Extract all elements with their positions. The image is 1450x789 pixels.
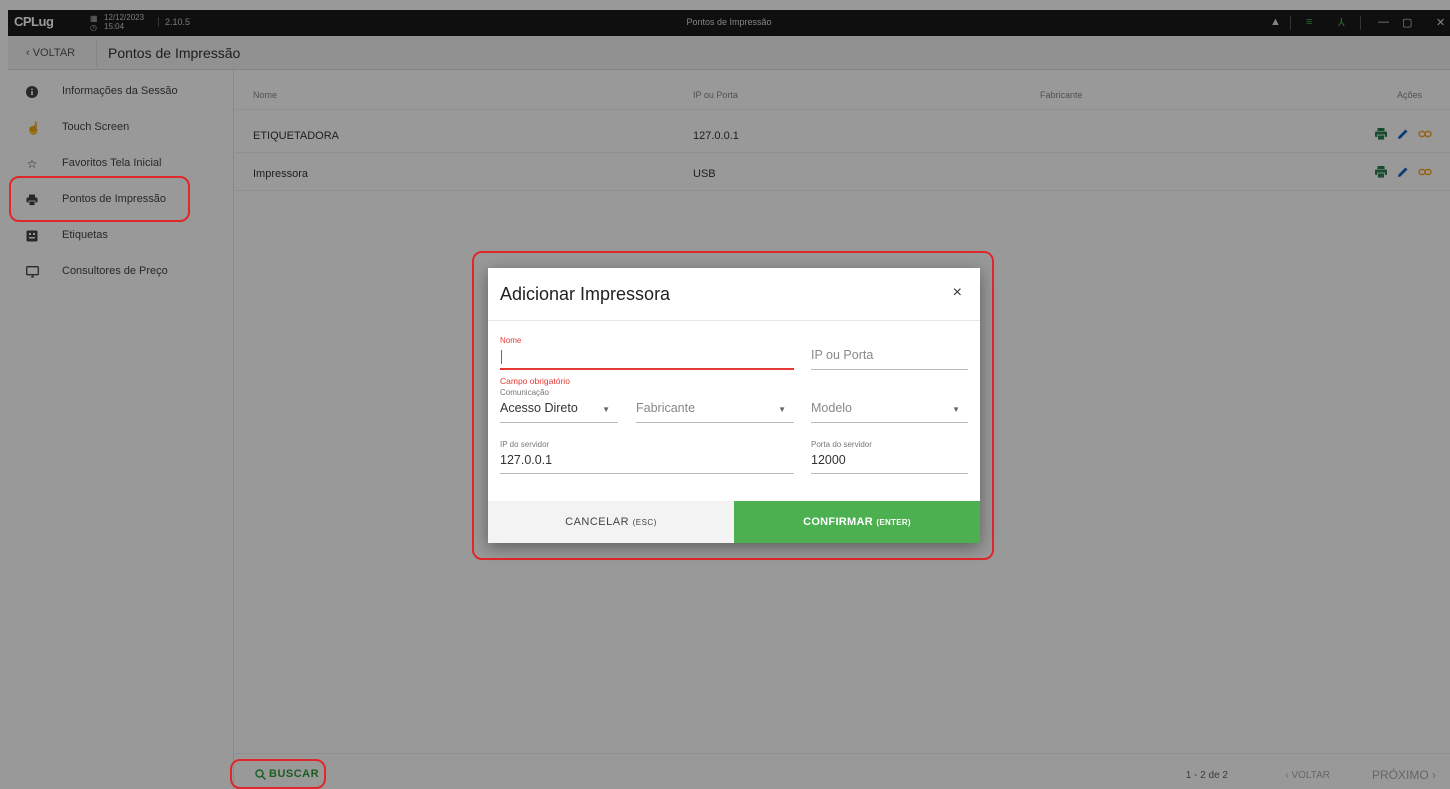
add-printer-dialog: Adicionar Impressora × Nome Campo obriga… (488, 268, 980, 543)
ip-servidor-field[interactable]: IP do servidor 127.0.0.1 (500, 440, 794, 474)
confirm-button[interactable]: CONFIRMAR (ENTER) (734, 501, 980, 543)
modelo-placeholder: Modelo (811, 401, 852, 415)
ip-porta-placeholder: IP ou Porta (811, 348, 874, 362)
comunicacao-label: Comunicação (500, 388, 549, 397)
highlight-buscar (230, 759, 326, 789)
cancel-label: CANCELAR (565, 516, 630, 528)
cancel-hint: (ESC) (632, 518, 657, 527)
highlight-sidebar (9, 176, 190, 222)
ip-servidor-label: IP do servidor (500, 440, 550, 449)
chevron-down-icon: ▼ (952, 405, 960, 414)
ip-servidor-value: 127.0.0.1 (500, 453, 553, 467)
fabricante-select[interactable]: Fabricante ▼ (636, 398, 794, 423)
close-icon[interactable]: × (953, 284, 962, 302)
nome-field[interactable]: Nome (500, 336, 794, 370)
text-cursor (501, 350, 502, 364)
nome-error-text: Campo obrigatório (500, 376, 570, 386)
chevron-down-icon: ▼ (778, 405, 786, 414)
chevron-down-icon: ▼ (602, 405, 610, 414)
ip-porta-field[interactable]: IP ou Porta (811, 346, 968, 370)
confirm-label: CONFIRMAR (803, 516, 873, 528)
comunicacao-select[interactable]: Comunicação Acesso Direto ▼ (500, 388, 618, 423)
porta-servidor-label: Porta do servidor (811, 440, 872, 449)
nome-label: Nome (500, 336, 522, 345)
porta-servidor-value: 12000 (811, 453, 846, 467)
dialog-title: Adicionar Impressora (500, 284, 671, 304)
confirm-hint: (ENTER) (876, 518, 911, 527)
cancel-button[interactable]: CANCELAR (ESC) (488, 501, 734, 543)
porta-servidor-field[interactable]: Porta do servidor 12000 (811, 440, 968, 474)
comunicacao-value: Acesso Direto (500, 401, 578, 415)
modelo-select[interactable]: Modelo ▼ (811, 398, 968, 423)
fabricante-placeholder: Fabricante (636, 401, 696, 415)
